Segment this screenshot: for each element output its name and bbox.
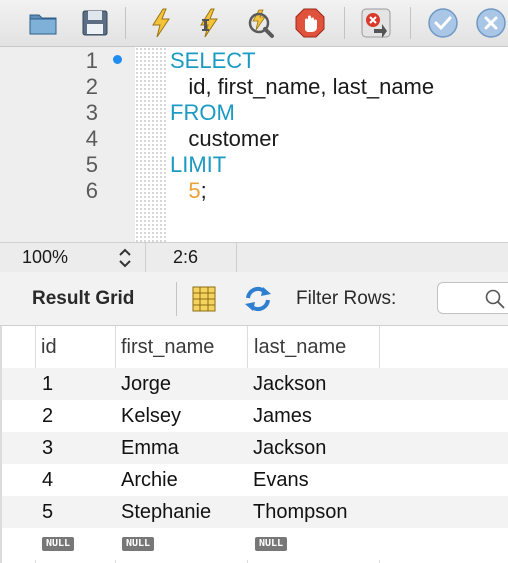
column-header[interactable]: first_name (121, 326, 214, 368)
toolbar-separator (344, 7, 345, 39)
code-punctuation: ; (200, 178, 207, 203)
commit-check-icon[interactable] (427, 7, 459, 39)
table-cell[interactable]: 2 (42, 400, 53, 432)
null-badge[interactable]: NULL (122, 537, 155, 551)
toolbar-separator (125, 7, 126, 39)
table-cell[interactable]: Stephanie (121, 496, 211, 528)
execute-current-icon[interactable] (193, 7, 225, 39)
table-cell[interactable]: Jackson (253, 432, 326, 464)
table-cell[interactable]: 5 (42, 496, 53, 528)
table-cell[interactable]: 4 (42, 464, 53, 496)
table-cell[interactable]: Jackson (253, 368, 326, 400)
table-row[interactable]: 4 Archie Evans (2, 464, 508, 496)
cursor-position: 2:6 (173, 247, 199, 267)
null-badge[interactable]: NULL (42, 537, 75, 551)
editor-toolbar (0, 0, 508, 47)
status-separator (236, 243, 237, 272)
code-line: customer (170, 126, 279, 151)
line-number: 5 (85, 152, 98, 177)
column-header[interactable]: last_name (254, 326, 346, 368)
line-number: 4 (85, 126, 98, 151)
refresh-icon[interactable] (243, 286, 273, 312)
null-badge[interactable]: NULL (255, 537, 288, 551)
table-cell[interactable]: Evans (253, 464, 309, 496)
search-icon (484, 288, 506, 310)
table-row[interactable]: 2 Kelsey James (2, 400, 508, 432)
open-folder-icon[interactable] (27, 7, 59, 39)
sql-editor[interactable]: 1 2 3 4 5 6 SELECT id, first_name, last_… (0, 47, 508, 242)
explain-magnifier-icon[interactable] (243, 7, 275, 39)
toolbar-separator (410, 7, 411, 39)
table-row[interactable]: 5 Stephanie Thompson (2, 496, 508, 528)
table-cell[interactable]: Thompson (253, 496, 348, 528)
column-header[interactable]: id (41, 326, 57, 368)
code-line: FROM (170, 100, 235, 125)
grid-view-icon[interactable] (192, 286, 216, 312)
table-cell[interactable]: Jorge (121, 368, 171, 400)
editor-status-bar: 100% 2:6 (0, 242, 508, 273)
save-icon[interactable] (79, 7, 111, 39)
toggle-stop-on-error-icon[interactable] (360, 7, 392, 39)
table-cell[interactable]: James (253, 400, 312, 432)
table-cell[interactable]: Kelsey (121, 400, 181, 432)
line-number: 6 (85, 178, 98, 203)
sql-editor-window: 1 2 3 4 5 6 SELECT id, first_name, last_… (0, 0, 508, 563)
line-number: 2 (85, 74, 98, 99)
filter-rows-label: Filter Rows: (296, 288, 397, 309)
table-cell[interactable]: Emma (121, 432, 179, 464)
stop-icon[interactable] (294, 7, 326, 39)
table-row[interactable]: 1 Jorge Jackson (2, 368, 508, 400)
fold-margin (135, 47, 167, 242)
table-cell[interactable]: 1 (42, 368, 53, 400)
table-cell[interactable]: Archie (121, 464, 178, 496)
status-separator (145, 243, 146, 272)
result-toolbar: Result Grid Filter Rows: (0, 272, 508, 326)
result-grid: id first_name last_name 1 Jorge Jackson … (0, 326, 508, 563)
zoom-stepper[interactable] (116, 246, 134, 270)
table-cell[interactable]: 3 (42, 432, 53, 464)
table-row-new[interactable]: NULL NULL NULL (2, 528, 508, 560)
code-line: LIMIT (170, 152, 227, 177)
code-line: id, first_name, last_name (170, 74, 435, 99)
execute-lightning-icon[interactable] (145, 7, 177, 39)
table-row[interactable]: 3 Emma Jackson (2, 432, 508, 464)
code-line: SELECT (170, 48, 256, 73)
zoom-level: 100% (22, 247, 69, 267)
line-number: 3 (85, 100, 98, 125)
code-number: 5 (170, 178, 201, 203)
line-number: 1 (85, 48, 98, 73)
current-statement-marker (113, 55, 122, 64)
result-toolbar-separator (176, 282, 177, 316)
result-grid-tab[interactable]: Result Grid (32, 288, 134, 310)
code-line: 5; (170, 178, 207, 204)
rollback-x-icon[interactable] (475, 7, 507, 39)
